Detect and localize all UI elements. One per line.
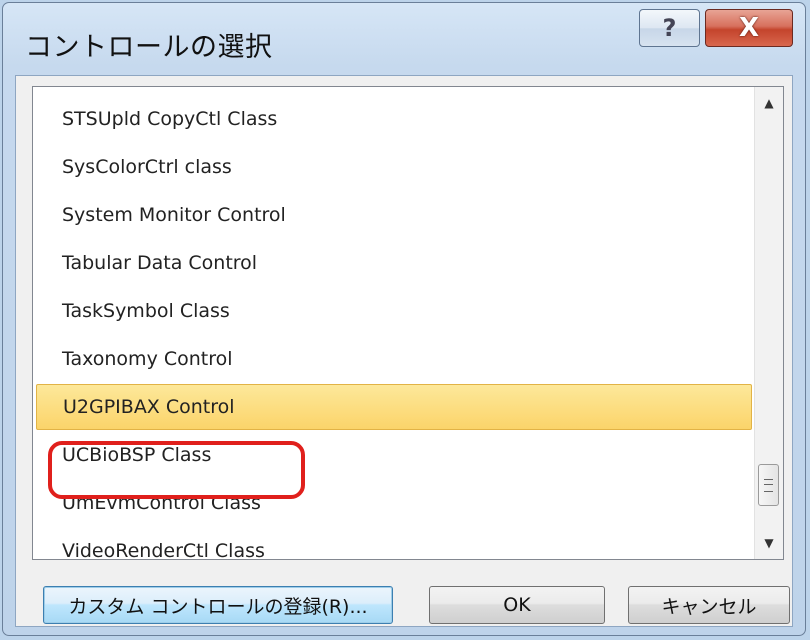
list-item[interactable]: SysColorCtrl class xyxy=(36,144,752,190)
ok-button[interactable]: OK xyxy=(429,586,605,624)
list-item[interactable]: UmEvmControl Class xyxy=(36,480,752,526)
list-item[interactable]: Taxonomy Control xyxy=(36,336,752,382)
dialog-body: STSUpld CopyCtl Class SysColorCtrl class… xyxy=(15,75,793,627)
list-items: STSUpld CopyCtl Class SysColorCtrl class… xyxy=(33,87,755,559)
grip-icon xyxy=(764,478,773,492)
dialog-window: コントロールの選択 ? X STSUpld CopyCtl Class SysC… xyxy=(2,2,806,636)
close-button[interactable]: X xyxy=(705,9,793,47)
list-item-selected[interactable]: U2GPIBAX Control xyxy=(36,384,752,430)
title-bar[interactable]: コントロールの選択 ? X xyxy=(3,3,805,75)
cancel-button[interactable]: キャンセル xyxy=(628,586,790,624)
list-item[interactable]: TaskSymbol Class xyxy=(36,288,752,334)
help-button[interactable]: ? xyxy=(639,9,700,47)
list-item[interactable]: STSUpld CopyCtl Class xyxy=(36,96,752,142)
register-custom-control-button[interactable]: カスタム コントロールの登録(R)... xyxy=(43,586,393,624)
list-item[interactable]: Tabular Data Control xyxy=(36,240,752,286)
vertical-scrollbar[interactable]: ▲ ▼ xyxy=(754,87,783,559)
scroll-thumb[interactable] xyxy=(758,464,779,506)
window-title: コントロールの選択 xyxy=(25,32,273,63)
list-item[interactable]: System Monitor Control xyxy=(36,192,752,238)
list-item[interactable]: VideoRenderCtl Class xyxy=(36,528,752,559)
scroll-down-icon[interactable]: ▼ xyxy=(755,529,783,557)
control-listbox[interactable]: STSUpld CopyCtl Class SysColorCtrl class… xyxy=(32,86,784,560)
scroll-up-icon[interactable]: ▲ xyxy=(755,89,783,117)
list-item[interactable]: UCBioBSP Class xyxy=(36,432,752,478)
